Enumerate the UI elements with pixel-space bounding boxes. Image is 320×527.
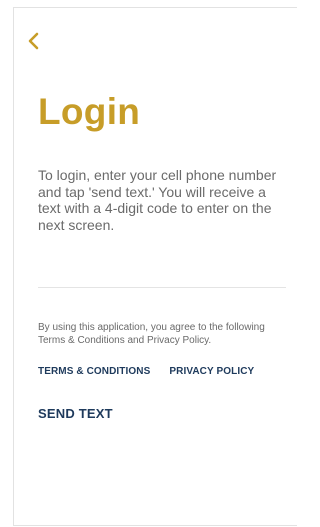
- agreement-text: By using this application, you agree to …: [38, 322, 265, 346]
- screen-container: Login To login, enter your cell phone nu…: [13, 7, 297, 526]
- privacy-link[interactable]: PRIVACY POLICY: [169, 366, 254, 377]
- back-button[interactable]: [26, 31, 44, 51]
- terms-link[interactable]: TERMS & CONDITIONS: [38, 366, 150, 377]
- chevron-left-icon: [28, 32, 39, 50]
- page-title: Login: [38, 91, 141, 132]
- send-text-button[interactable]: SEND TEXT: [38, 406, 113, 421]
- login-instructions: To login, enter your cell phone number a…: [38, 167, 277, 233]
- divider: [38, 287, 286, 288]
- policy-links: TERMS & CONDITIONS PRIVACY POLICY: [38, 366, 254, 377]
